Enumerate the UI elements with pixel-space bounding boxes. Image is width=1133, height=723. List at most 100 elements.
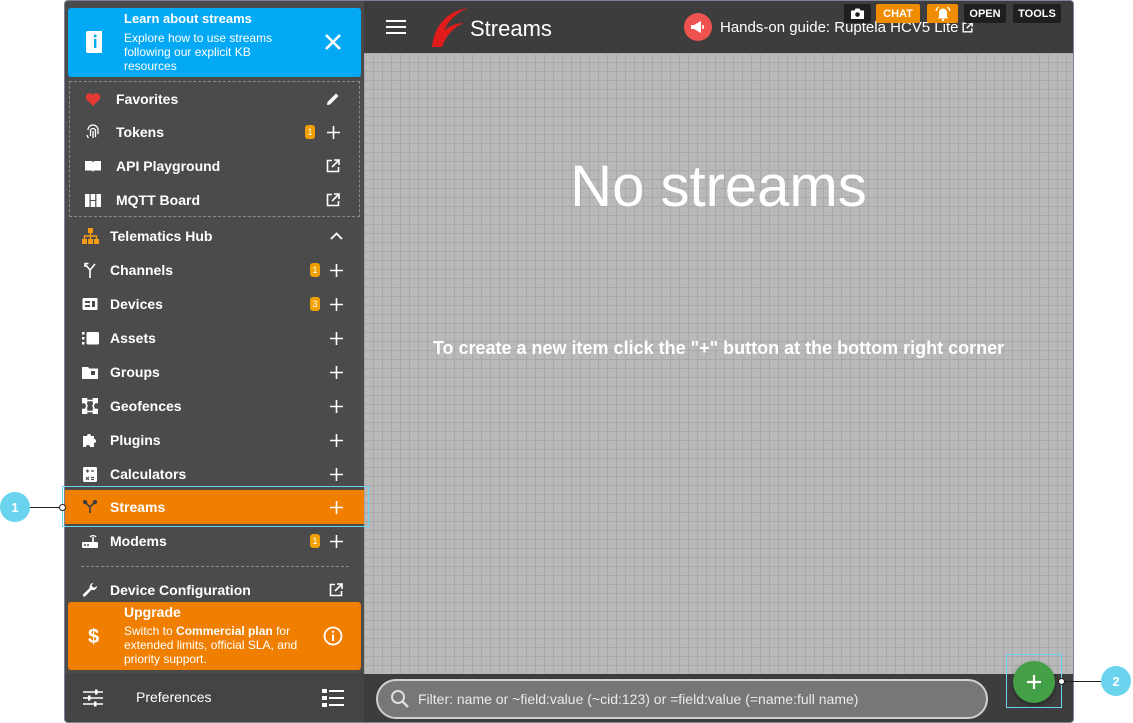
app-logo <box>432 8 468 47</box>
plus-icon[interactable] <box>328 533 344 549</box>
puzzle-icon <box>81 431 99 449</box>
guide-label: Hands-on guide: Ruptela HCV5 Lite <box>720 18 959 36</box>
info-banner-title: Learn about streams <box>124 11 252 26</box>
callout-line-2 <box>1062 681 1102 682</box>
tools-button[interactable]: TOOLS <box>1013 4 1061 23</box>
board-icon <box>84 191 102 209</box>
sidebar-item-tokens[interactable]: Tokens 1 <box>70 115 361 149</box>
upgrade-text: Switch to Commercial plan for extended l… <box>124 624 314 666</box>
callout-highlight-1 <box>62 486 369 527</box>
top-bar: Streams Hands-on guide: Ruptela HCV5 Lit… <box>364 1 1073 53</box>
close-icon[interactable] <box>323 32 343 52</box>
folder-icon <box>81 363 99 381</box>
sidebar-item-label: MQTT Board <box>116 192 200 208</box>
empty-state-hint: To create a new item click the "+" butto… <box>432 338 1005 358</box>
upgrade-text-part: Switch to <box>124 624 177 638</box>
sidebar-item-label: Channels <box>110 262 174 278</box>
sliders-icon[interactable] <box>83 689 103 707</box>
plus-icon[interactable] <box>328 364 344 380</box>
asset-icon <box>81 329 99 347</box>
sidebar-item-label: Device Configuration <box>110 582 251 598</box>
sidebar-item-channels[interactable]: Channels 1 <box>65 253 364 287</box>
camera-button[interactable] <box>844 4 871 23</box>
empty-state-title: No streams <box>570 154 867 219</box>
chat-button[interactable]: CHAT <box>876 4 920 23</box>
sidebar-divider <box>81 566 349 567</box>
edit-icon[interactable] <box>325 91 341 107</box>
geofence-icon <box>81 397 99 415</box>
sidebar-item-mqtt-board[interactable]: MQTT Board <box>70 183 361 217</box>
calculator-icon <box>81 465 99 483</box>
plus-icon[interactable] <box>325 124 341 140</box>
sidebar-item-label: Geofences <box>110 398 182 414</box>
plus-icon[interactable] <box>328 262 344 278</box>
sidebar-item-plugins[interactable]: Plugins <box>65 423 364 457</box>
upgrade-plan-name: Commercial plan <box>176 624 273 638</box>
count-badge: 3 <box>310 297 320 311</box>
sidebar-item-label: Groups <box>110 364 160 380</box>
megaphone-icon <box>684 13 712 41</box>
plus-icon[interactable] <box>328 432 344 448</box>
camera-icon <box>851 8 864 19</box>
menu-icon[interactable] <box>386 19 406 35</box>
sidebar-item-geofences[interactable]: Geofences <box>65 389 364 423</box>
filter-input[interactable] <box>418 689 978 709</box>
favorites-panel: Favorites Tokens 1 API Playground MQTT B… <box>69 81 360 217</box>
heart-icon <box>84 90 102 108</box>
sidebar-item-label: Plugins <box>110 432 161 448</box>
merge-icon <box>81 261 99 279</box>
sidebar-item-modems[interactable]: Modems 1 <box>65 524 364 558</box>
plus-icon[interactable] <box>328 330 344 346</box>
section-telematics-hub[interactable]: Telematics Hub <box>65 219 364 253</box>
preferences-label[interactable]: Preferences <box>136 689 211 705</box>
info-banner-text: Explore how to use streams following our… <box>124 31 273 73</box>
callout-highlight-2 <box>1006 654 1062 708</box>
notifications-button[interactable] <box>927 4 958 23</box>
book-icon <box>84 157 102 175</box>
open-external-icon[interactable] <box>328 582 344 598</box>
chevron-up-icon[interactable] <box>328 228 344 244</box>
info-icon[interactable] <box>323 626 343 646</box>
sidebar-item-devices[interactable]: Devices 3 <box>65 287 364 321</box>
open-external-icon[interactable] <box>325 158 341 174</box>
bottom-bar <box>364 674 1073 722</box>
device-icon <box>81 295 99 313</box>
empty-state-panel: No streams To create a new item click th… <box>364 53 1073 674</box>
callout-marker-2: 2 <box>1101 666 1131 696</box>
count-badge: 1 <box>310 263 320 277</box>
list-view-icon[interactable] <box>322 689 344 707</box>
sidebar-item-favorites[interactable]: Favorites <box>70 82 361 116</box>
sidebar: Learn about streams Explore how to use s… <box>65 1 364 722</box>
open-button[interactable]: OPEN <box>964 4 1006 23</box>
count-badge: 1 <box>305 125 315 139</box>
callout-line-1 <box>30 507 62 508</box>
hierarchy-icon <box>81 227 99 245</box>
sidebar-item-groups[interactable]: Groups <box>65 355 364 389</box>
page-title: Streams <box>470 16 552 41</box>
search-icon <box>391 690 409 708</box>
modem-icon <box>81 532 99 550</box>
filter-field[interactable] <box>376 679 988 719</box>
upgrade-banner[interactable]: $ Upgrade Switch to Commercial plan for … <box>68 602 361 670</box>
upgrade-title: Upgrade <box>124 604 181 620</box>
sidebar-item-label: Favorites <box>116 91 179 107</box>
wrench-icon <box>81 581 99 599</box>
open-external-icon[interactable] <box>325 192 341 208</box>
sidebar-item-label: API Playground <box>116 158 221 174</box>
sidebar-item-api-playground[interactable]: API Playground <box>70 149 361 183</box>
main-area: Streams Hands-on guide: Ruptela HCV5 Lit… <box>364 1 1073 722</box>
sidebar-item-label: Tokens <box>116 124 164 140</box>
section-label: Telematics Hub <box>110 228 213 244</box>
sidebar-item-assets[interactable]: Assets <box>65 321 364 355</box>
preferences-bar: Preferences <box>65 673 364 722</box>
plus-icon[interactable] <box>328 398 344 414</box>
plus-icon[interactable] <box>328 466 344 482</box>
sidebar-item-label: Assets <box>110 330 156 346</box>
plus-icon[interactable] <box>328 296 344 312</box>
info-banner: Learn about streams Explore how to use s… <box>68 8 361 77</box>
dollar-icon: $ <box>88 626 100 648</box>
count-badge: 1 <box>310 534 320 548</box>
callout-anchor-2 <box>1058 678 1065 685</box>
callout-marker-1: 1 <box>0 492 30 522</box>
fingerprint-icon <box>84 123 102 141</box>
